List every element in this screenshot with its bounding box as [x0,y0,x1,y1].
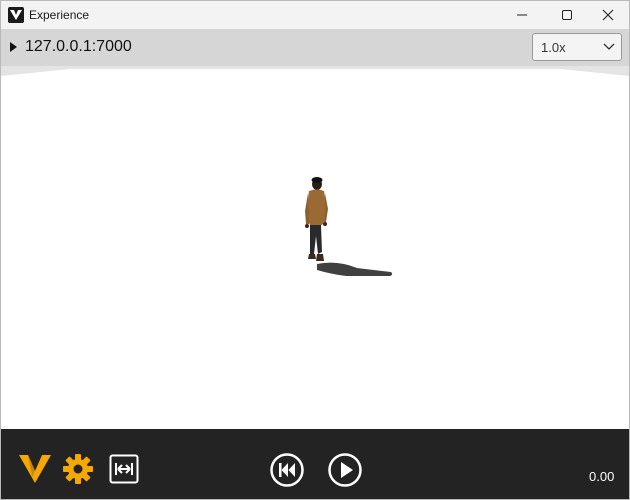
time-readout: 0.00 [589,469,615,484]
minimize-button[interactable] [499,1,545,29]
control-bar: 0.00 [1,429,629,499]
fit-width-icon[interactable] [109,454,139,484]
close-button[interactable] [585,1,629,29]
app-logo-icon [8,7,24,23]
settings-gear-icon[interactable] [62,453,94,485]
title-bar[interactable]: Experience [1,1,629,29]
brand-v-icon[interactable] [19,455,51,483]
window-title: Experience [29,8,90,22]
speed-select[interactable]: 1.0x [532,33,622,61]
address-text[interactable]: 127.0.0.1:7000 [25,38,132,56]
maximize-icon [562,10,572,20]
floor-edge [1,66,629,76]
character-shadow [317,262,393,276]
character[interactable] [297,176,397,276]
speed-value: 1.0x [541,40,566,55]
chevron-down-icon [603,43,615,50]
minimize-icon [517,14,527,16]
play-icon[interactable] [328,453,362,487]
maximize-button[interactable] [544,1,590,29]
scene-viewport[interactable] [1,66,629,428]
play-triangle-icon[interactable] [10,42,17,52]
app-window: Experience 127.0.0.1:7000 1.0x 0.00 [0,0,630,500]
close-icon [602,9,614,21]
address-bar: 127.0.0.1:7000 1.0x [1,29,629,66]
rewind-icon[interactable] [270,453,304,487]
